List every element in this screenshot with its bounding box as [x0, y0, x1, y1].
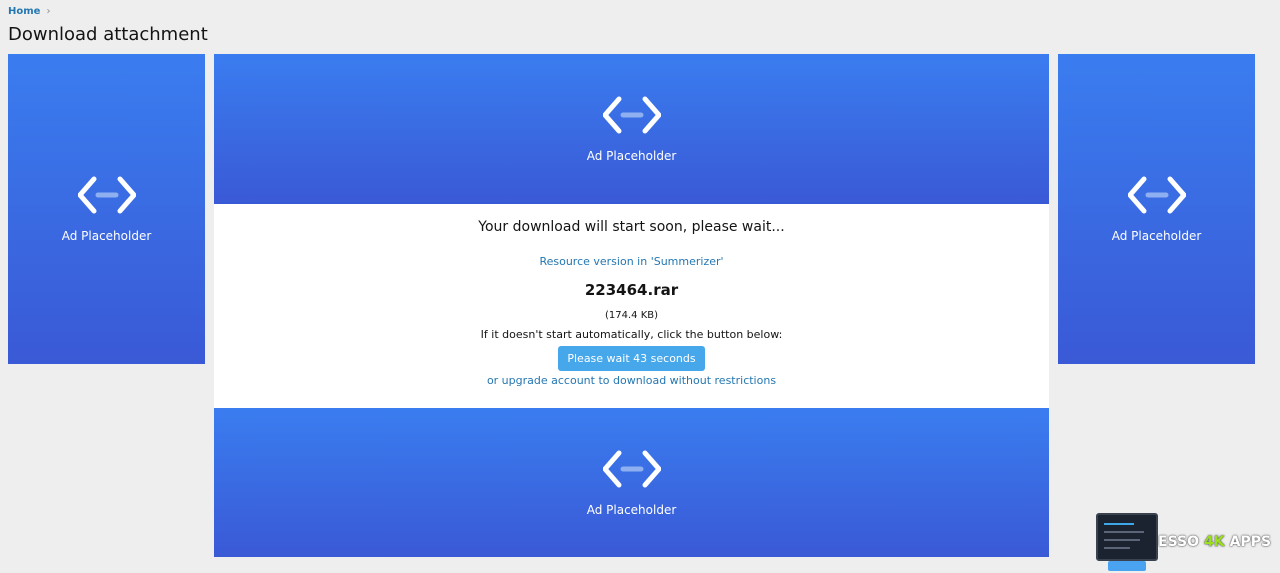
monitor-icon [1096, 513, 1158, 561]
watermark-logo: ESSO 4K APPS [1094, 511, 1280, 573]
ad-placeholder-left[interactable]: Ad Placeholder [8, 54, 205, 364]
ad-placeholder-bottom[interactable]: Ad Placeholder [214, 408, 1049, 557]
download-panel: Your download will start soon, please wa… [214, 204, 1049, 408]
download-hint: If it doesn't start automatically, click… [480, 328, 783, 341]
screen-line [1104, 531, 1144, 533]
screen-line [1104, 523, 1134, 525]
watermark-part-1: ESSO [1158, 534, 1200, 550]
monitor-stand [1108, 561, 1146, 571]
ad-label: Ad Placeholder [61, 229, 152, 243]
code-icon [77, 176, 136, 214]
ad-label: Ad Placeholder [1111, 229, 1202, 243]
breadcrumb: Home › [8, 6, 50, 17]
code-icon [602, 96, 661, 134]
ad-placeholder-top[interactable]: Ad Placeholder [214, 54, 1049, 204]
file-size: (174.4 KB) [604, 310, 659, 321]
screen-line [1104, 547, 1130, 549]
file-name: 223464.rar [584, 281, 679, 299]
download-status-text: Your download will start soon, please wa… [478, 219, 785, 235]
screen-line [1104, 539, 1140, 541]
watermark-text: ESSO 4K APPS [1158, 534, 1271, 550]
resource-version-link[interactable]: Resource version in 'Summerizer' [539, 255, 723, 268]
ad-label: Ad Placeholder [586, 149, 677, 163]
breadcrumb-home-link[interactable]: Home [8, 6, 40, 17]
code-icon [602, 450, 661, 487]
code-icon [1127, 176, 1186, 214]
ad-label: Ad Placeholder [586, 502, 677, 517]
watermark-part-2: 4K [1204, 534, 1225, 550]
page-title: Download attachment [8, 24, 208, 45]
breadcrumb-separator: › [46, 6, 51, 17]
upgrade-account-link[interactable]: or upgrade account to download without r… [487, 374, 776, 387]
download-wait-button[interactable]: Please wait 43 seconds [558, 346, 705, 371]
ad-placeholder-right[interactable]: Ad Placeholder [1058, 54, 1255, 364]
watermark-part-3: APPS [1229, 534, 1272, 550]
